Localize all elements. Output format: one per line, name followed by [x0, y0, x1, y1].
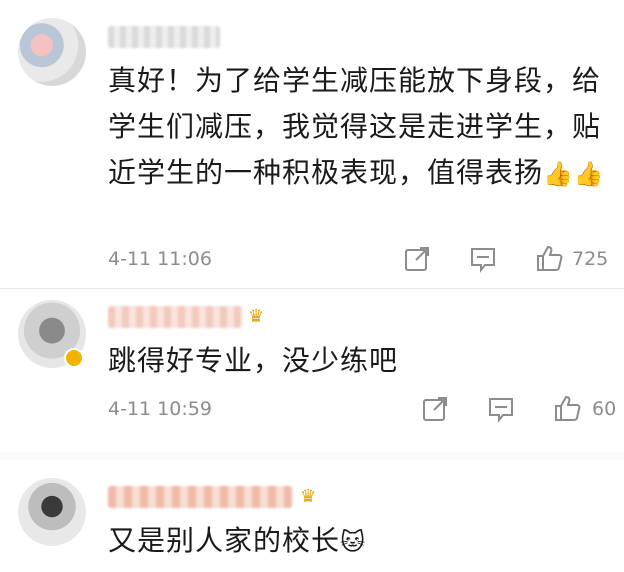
comment-text: 跳得好专业，没少练吧 — [108, 344, 399, 377]
comment-text: 真好！为了给学生减压能放下身段，给学生们减压，我觉得这是走进学生，贴近学生的一种… — [108, 64, 605, 189]
section-gap — [0, 452, 624, 460]
comment-icon[interactable] — [468, 244, 498, 274]
divider — [0, 288, 624, 289]
share-icon[interactable] — [420, 394, 450, 424]
crown-badge-icon: ♛ — [248, 306, 265, 327]
comment-icon[interactable] — [486, 394, 516, 424]
avatar[interactable] — [18, 478, 86, 546]
comment-time: 4-11 11:06 — [108, 248, 212, 270]
like-count: 725 — [572, 248, 609, 270]
thumbs-up-emoji: 👍👍 — [543, 160, 605, 188]
verified-badge-icon — [64, 348, 84, 368]
comment-time: 4-11 10:59 — [108, 398, 212, 420]
share-icon[interactable] — [402, 244, 432, 274]
thumbs-up-icon[interactable] — [534, 243, 564, 273]
thumbs-up-icon[interactable] — [552, 393, 582, 423]
username-blurred[interactable] — [108, 26, 220, 48]
username-blurred[interactable] — [108, 306, 242, 328]
cat-emoji: 🐱 — [340, 528, 367, 556]
comment-text: 又是别人家的校长🐱 — [108, 524, 367, 557]
avatar[interactable] — [18, 18, 86, 86]
like-count: 60 — [592, 398, 617, 420]
crown-badge-icon: ♛ — [300, 486, 317, 507]
username-blurred[interactable] — [108, 486, 292, 508]
